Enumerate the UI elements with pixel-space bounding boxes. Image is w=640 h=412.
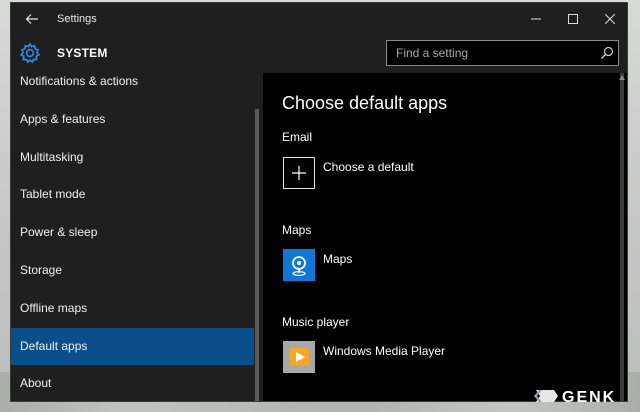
sidebar-item-default-apps[interactable]: Default apps [11,327,254,366]
music-player-app-name: Windows Media Player [323,344,446,358]
plus-icon [283,157,315,189]
maps-section-label: Maps [282,223,312,237]
sidebar-item-storage[interactable]: Storage [11,252,254,290]
close-button[interactable] [597,9,623,29]
email-default-app-button[interactable]: Choose a default [283,157,583,189]
music-player-section-label: Music player [282,315,350,329]
section-title: SYSTEM [57,46,108,60]
maximize-button[interactable] [560,9,586,29]
minimize-button[interactable] [523,9,549,29]
email-section-label: Email [282,130,313,144]
sidebar-scrollbar[interactable] [255,109,259,401]
email-app-name: Choose a default [323,160,414,174]
main-panel: Choose default apps Email Choose a defau… [263,73,627,401]
sidebar-item-apps-features[interactable]: Apps & features [11,101,254,139]
sidebar-list: Notifications & actions Apps & features … [11,73,254,401]
close-icon [605,14,615,24]
back-arrow-icon [25,14,38,24]
sidebar: Notifications & actions Apps & features … [11,73,263,401]
settings-header: SYSTEM [11,35,627,73]
genk-watermark-logo: GENK [534,389,616,406]
maps-default-app-button[interactable]: Maps [283,249,583,281]
music-player-default-app-button[interactable]: Windows Media Player [283,341,583,373]
main-scrollbar[interactable] [620,73,624,401]
search-input[interactable] [387,41,592,65]
scroll-up-icon[interactable] [619,75,625,80]
windows-media-player-icon [283,341,315,373]
sidebar-item-notifications[interactable]: Notifications & actions [11,73,254,101]
sidebar-item-tablet-mode[interactable]: Tablet mode [11,176,254,214]
search-box [386,40,619,66]
maximize-icon [568,14,578,24]
title-bar: Settings [11,3,627,35]
window-title: Settings [57,13,97,25]
page-title: Choose default apps [282,93,448,113]
maps-icon [283,249,315,281]
gear-icon [19,42,41,64]
sidebar-item-offline-maps[interactable]: Offline maps [11,290,254,328]
minimize-icon [531,18,541,20]
svg-text:GENK: GENK [562,389,616,406]
sidebar-item-power-sleep[interactable]: Power & sleep [11,214,254,252]
sidebar-item-about[interactable]: About [11,365,254,401]
maps-app-name: Maps [323,252,353,266]
sidebar-item-multitasking[interactable]: Multitasking [11,139,254,177]
settings-window: Settings SYSTEM Find a setting Notificat… [11,3,627,401]
search-icon[interactable] [600,46,614,60]
back-button[interactable] [23,10,41,28]
